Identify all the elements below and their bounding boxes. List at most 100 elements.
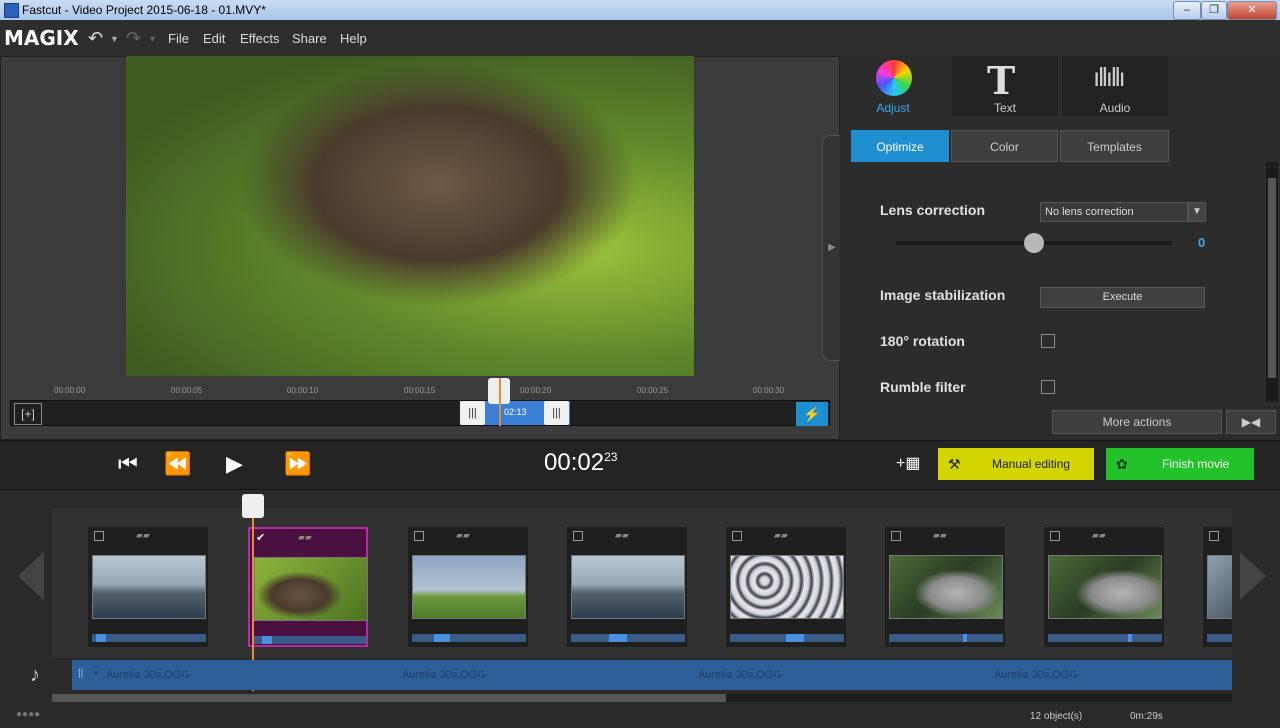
scroll-left-icon[interactable] [18,552,44,600]
clip-image [412,555,526,619]
rumble-label: Rumble filter [880,379,966,395]
clip-checkbox[interactable] [1050,531,1060,541]
play-icon[interactable]: ▶ [226,451,243,477]
playhead-line [499,378,501,426]
redo-dropdown-icon[interactable]: ▼ [148,34,157,44]
clip-checkbox[interactable] [573,531,583,541]
lens-correction-select[interactable]: No lens correction [1040,202,1188,222]
transition-icon: ▰▰ [1092,530,1106,540]
clip-checkbox[interactable] [732,531,742,541]
transition-icon: ▰▰ [615,530,629,540]
audio-handle-icon[interactable]: || [78,668,83,679]
audio-clip-label: Aurelia 30s.OGG [106,669,190,681]
execute-button[interactable]: Execute [1040,287,1205,308]
clip-thumbnail[interactable]: ▰▰ [885,527,1005,647]
minimize-button[interactable]: – [1173,1,1201,20]
clip-checkbox[interactable] [414,531,424,541]
clip-checkbox-checked[interactable]: ✔ [256,533,266,544]
clip-checkbox[interactable] [94,531,104,541]
clip-progress [412,634,526,642]
clip-time-label: 02:13 [504,407,527,417]
clip-thumbnail[interactable]: ▰▰ [567,527,687,647]
finish-movie-label: Finish movie [1162,457,1230,471]
panel-scrollbar-thumb[interactable] [1268,178,1276,378]
menu-effects[interactable]: Effects [240,31,280,46]
menu-share[interactable]: Share [292,31,327,46]
trim-start-handle[interactable]: ||| [460,401,485,425]
subtab-templates[interactable]: Templates [1060,130,1169,162]
storyboard-playhead-handle[interactable] [242,494,264,518]
resize-grip-icon[interactable]: ●●●● [16,709,40,720]
clip-thumbnail[interactable]: ▰▰ [408,527,528,647]
film-reel-icon: ✿ [1116,456,1128,472]
transition-icon: ▰▰ [933,530,947,540]
swap-layout-icon[interactable]: ▶◀ [1226,410,1276,434]
clip-thumbnail[interactable]: ▰▰ [1044,527,1164,647]
rewind-icon[interactable]: ⏪ [164,451,191,477]
clip-progress [252,636,366,644]
clip-checkbox[interactable] [891,531,901,541]
subtab-color[interactable]: Color [951,130,1058,162]
ruler-tick: 00:00:00 [54,386,86,395]
undo-dropdown-icon[interactable]: ▼ [110,34,119,44]
maximize-button[interactable]: ❐ [1201,1,1227,20]
clip-checkbox[interactable] [1209,531,1219,541]
time-ruler: 00:00:00 00:00:05 00:00:10 00:00:15 00:0… [10,384,830,398]
title-bar: Fastcut - Video Project 2015-06-18 - 01.… [0,0,1280,20]
object-count: 12 object(s) [1030,711,1083,722]
scroll-right-icon[interactable] [1240,552,1266,600]
finish-movie-button[interactable]: ✿ Finish movie [1106,448,1254,480]
chevron-down-icon[interactable]: ▼ [1188,202,1206,222]
clip-progress [730,634,844,642]
lens-slider-value: 0 [1198,235,1206,250]
clip-thumbnail-selected[interactable]: ✔ ▰▰ [248,527,368,647]
trim-end-handle[interactable]: ||| [544,401,569,425]
timeline-scrubber[interactable] [10,400,830,426]
lightning-icon[interactable]: ⚡ [796,402,828,426]
menu-help[interactable]: Help [340,31,367,46]
subtab-optimize[interactable]: Optimize [851,130,949,162]
ruler-tick: 00:00:15 [404,386,436,395]
lens-slider-knob[interactable] [1024,233,1044,253]
add-marker-button[interactable]: [+] [14,403,42,425]
close-button[interactable]: ✕ [1227,1,1277,20]
manual-editing-label: Manual editing [992,457,1071,471]
ruler-tick: 00:00:10 [287,386,319,395]
panel-collapse-button[interactable]: ▶ [822,135,841,361]
clip-image [1048,555,1162,619]
clip-thumbnail[interactable] [1203,527,1232,647]
tools-icon: ⚒ [948,456,961,472]
add-clip-icon[interactable]: +▦ [896,453,920,473]
clip-thumbnail[interactable]: ▰▰ [88,527,208,647]
fast-forward-icon[interactable]: ⏩ [284,451,311,477]
window-title: Fastcut - Video Project 2015-06-18 - 01.… [22,3,266,17]
audio-clip-label: Aurelia 30s.OGG [402,669,486,681]
clip-image [571,555,685,619]
clip-image [1207,555,1232,619]
audio-clip-label: Aurelia 30s.OGG [698,669,782,681]
clip-image [254,557,368,621]
undo-icon[interactable]: ↶ [88,28,103,49]
ruler-tick: 00:00:05 [171,386,203,395]
clip-thumbnail[interactable]: ▰▰ [726,527,846,647]
clip-progress [92,634,206,642]
waveform-icon: ıllıllı [1093,62,1126,92]
rotation-checkbox[interactable] [1041,334,1055,348]
more-actions-button[interactable]: More actions [1052,410,1222,434]
audio-expand-icon[interactable]: ▼ [92,669,100,678]
clip-image [92,555,206,619]
menu-edit[interactable]: Edit [203,31,225,46]
rotation-label: 180° rotation [880,333,965,349]
status-bar [0,708,1280,728]
clip-progress [889,634,1003,642]
timecode: 00:0223 [544,449,617,477]
storyboard-scrollbar-thumb[interactable] [52,694,726,702]
lens-correction-label: Lens correction [880,202,986,218]
transition-icon: ▰▰ [456,530,470,540]
skip-to-start-icon[interactable]: ⏮ [118,451,138,477]
redo-icon[interactable]: ↷ [126,28,141,49]
manual-editing-button[interactable]: ⚒ Manual editing [938,448,1094,480]
menu-file[interactable]: File [168,31,189,46]
rumble-checkbox[interactable] [1041,380,1055,394]
transition-icon: ▰▰ [136,530,150,540]
